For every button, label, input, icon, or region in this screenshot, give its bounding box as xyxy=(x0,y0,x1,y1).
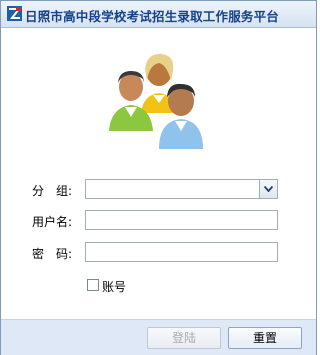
username-input[interactable] xyxy=(86,213,277,231)
window-title: 日照市高中段学校考试招生录取工作服务平台 xyxy=(25,9,280,24)
group-select[interactable] xyxy=(85,179,278,200)
reset-button[interactable]: 重置 xyxy=(228,327,302,349)
group-select-value[interactable] xyxy=(86,182,277,200)
password-label: 密 码: xyxy=(32,247,73,261)
username-field[interactable] xyxy=(85,210,278,231)
login-button[interactable]: 登陆 xyxy=(147,327,221,349)
title-bar: 日照市高中段学校考试招生录取工作服务平台 xyxy=(1,1,316,28)
account-checkbox[interactable] xyxy=(87,279,99,291)
group-label: 分 组: xyxy=(32,184,73,198)
password-field[interactable] xyxy=(85,242,278,263)
users-group-icon xyxy=(101,51,211,151)
chevron-down-icon xyxy=(264,186,273,192)
button-bar: 登陆 重置 xyxy=(1,319,316,355)
username-label: 用户名: xyxy=(32,215,73,229)
group-dropdown-button[interactable] xyxy=(259,180,277,198)
password-input[interactable] xyxy=(86,245,277,263)
account-checkbox-label[interactable]: 账号 xyxy=(102,278,126,295)
logo-icon xyxy=(7,6,22,21)
login-window: 日照市高中段学校考试招生录取工作服务平台 分 组: 用户名: 密 码: 账号 登… xyxy=(0,0,317,355)
